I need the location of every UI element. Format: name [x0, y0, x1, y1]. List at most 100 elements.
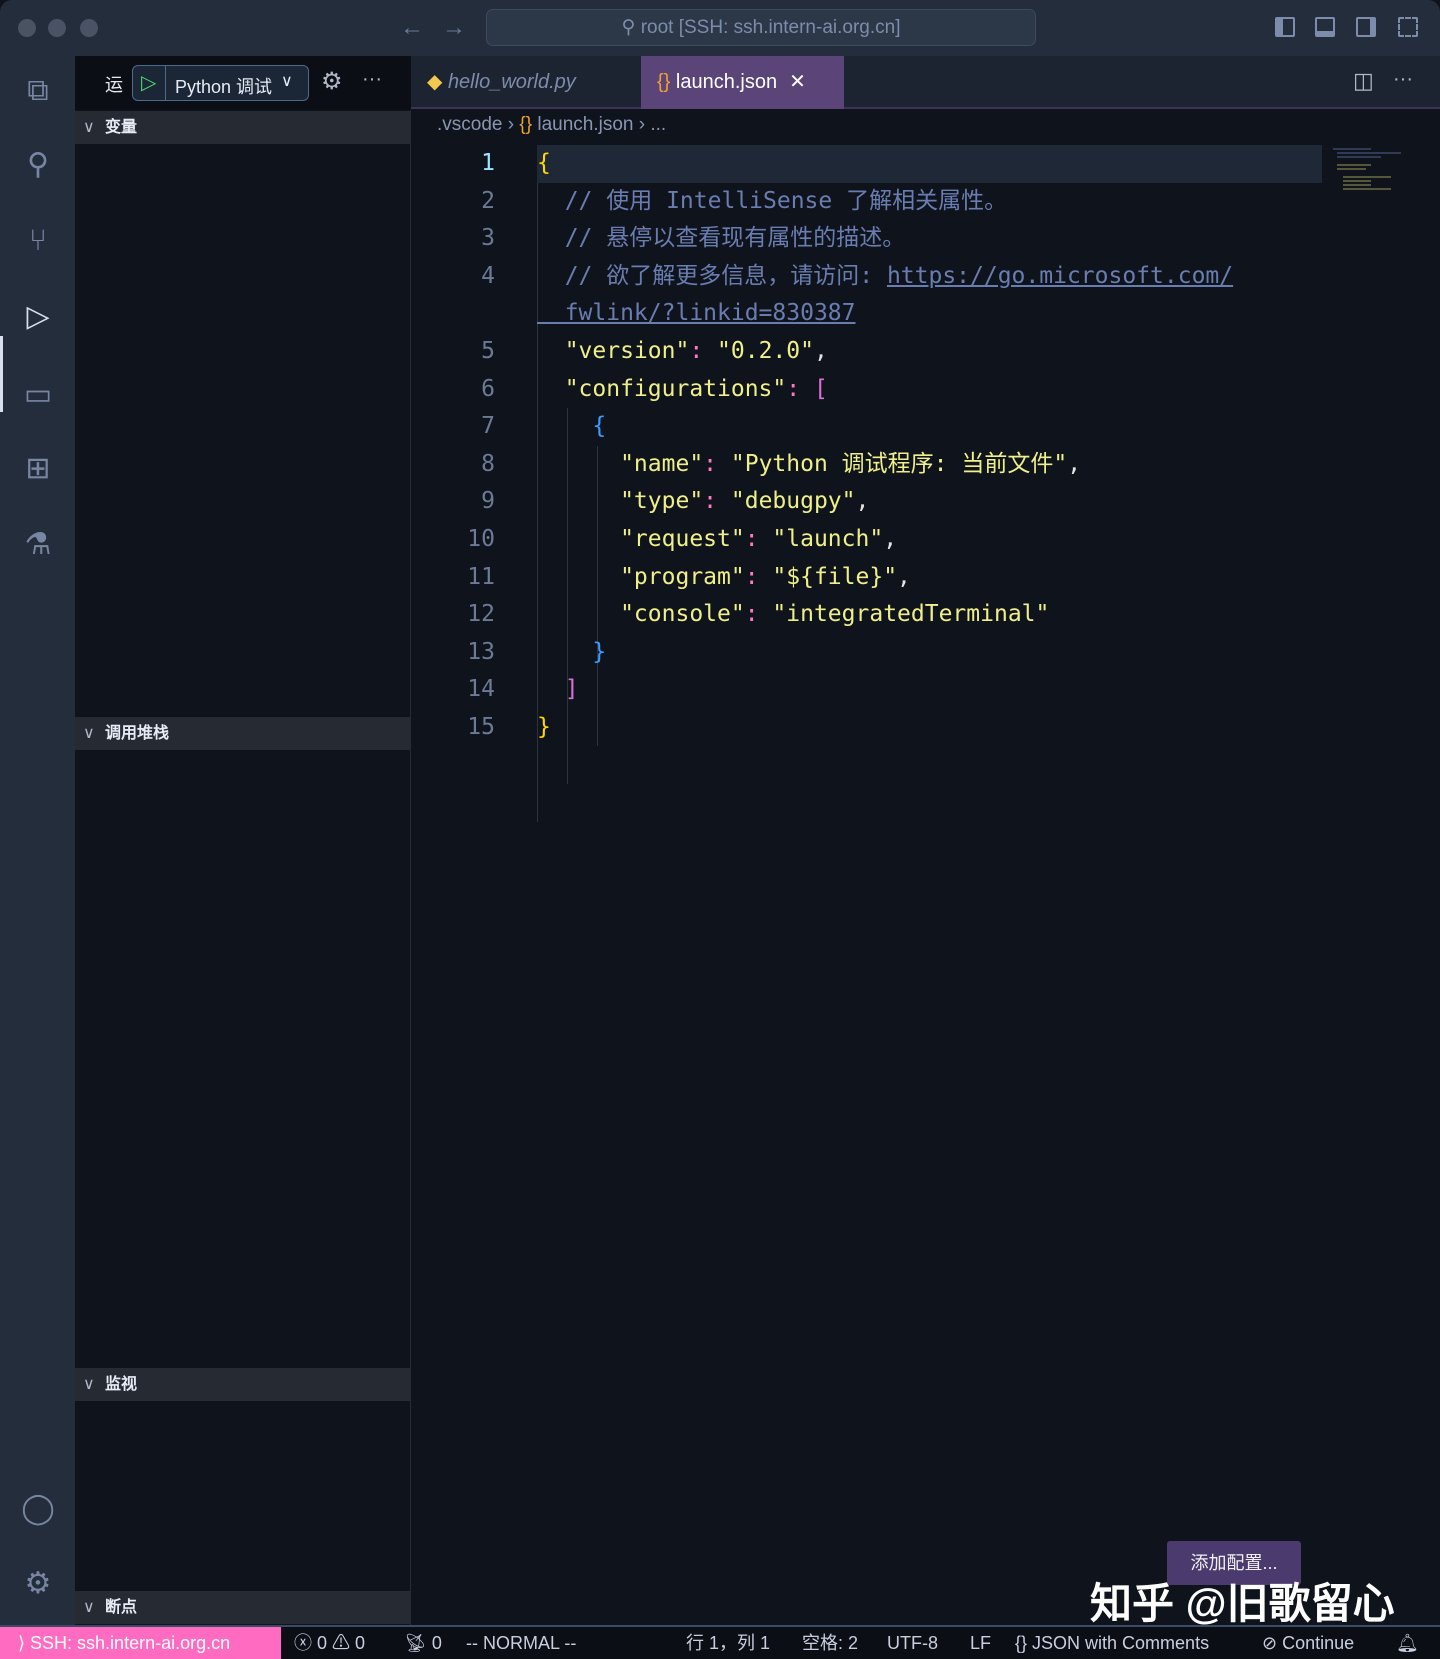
cursor-position[interactable]: 行 1，列 1 — [686, 1627, 770, 1659]
remote-indicator[interactable]: ⟩ SSH: ssh.intern-ai.org.cn — [0, 1627, 281, 1659]
code-line[interactable]: 15} — [411, 709, 1440, 747]
code-line[interactable]: 10 "request": "launch", — [411, 521, 1440, 559]
token: // 悬停以查看现有属性的描述。 — [537, 225, 906, 252]
close-tab-icon[interactable]: ✕ — [789, 71, 806, 93]
line-text: "console": "integratedTerminal" — [537, 596, 1049, 634]
run-debug-icon[interactable]: ▷ — [17, 296, 59, 338]
token: "${file}" — [772, 563, 898, 590]
toggle-primary-sidebar-icon[interactable] — [1275, 17, 1295, 37]
code-line[interactable]: 3 // 悬停以查看现有属性的描述。 — [411, 220, 1440, 258]
close-window-button[interactable] — [18, 19, 36, 37]
line-text: "request": "launch", — [537, 521, 897, 559]
minimap[interactable] — [1331, 146, 1421, 196]
testing-icon[interactable]: ⚗ — [17, 524, 59, 566]
tab-hello-world-py[interactable]: ◆ hello_world.py — [411, 56, 641, 109]
end-of-line[interactable]: LF — [970, 1627, 991, 1659]
more-actions-icon[interactable]: ··· — [1393, 68, 1413, 91]
run-title: 运 — [105, 75, 123, 95]
toggle-panel-icon[interactable] — [1315, 17, 1335, 37]
minimize-window-button[interactable] — [48, 19, 66, 37]
token: : — [689, 337, 718, 364]
command-center-search[interactable]: ⚲ root [SSH: ssh.intern-ai.org.cn] — [486, 9, 1036, 46]
token: { — [537, 413, 607, 440]
forward-arrow-icon[interactable]: → — [442, 14, 466, 42]
code-line[interactable]: 6 "configurations": [ — [411, 371, 1440, 409]
code-line[interactable]: fwlink/?linkid=830387 — [411, 295, 1440, 333]
code-line[interactable]: 9 "type": "debugpy", — [411, 483, 1440, 521]
breadcrumb-more[interactable]: ... — [650, 114, 666, 135]
token: : — [744, 525, 773, 552]
line-text: fwlink/?linkid=830387 — [537, 295, 856, 333]
line-number: 9 — [481, 488, 495, 515]
encoding[interactable]: UTF-8 — [887, 1627, 938, 1659]
search-icon: ⚲ — [621, 17, 641, 38]
line-number: 12 — [467, 601, 495, 628]
accounts-icon[interactable]: ◯ — [17, 1488, 59, 1530]
run-debug-sidebar: 运 ▷ Python 调试 ∨ ⚙ ··· ∨ 变量 ∨ 调用堆栈 ∨ 监视 ∨ 断点 — [75, 56, 411, 1625]
gear-icon[interactable]: ⚙ — [321, 67, 343, 96]
remote-explorer-icon[interactable]: ▭ — [17, 374, 59, 416]
tab-launch-json[interactable]: {} launch.json ✕ — [641, 56, 844, 109]
ports-indicator[interactable]: 📡︎ 0 — [404, 1627, 442, 1659]
back-arrow-icon[interactable]: ← — [400, 14, 424, 42]
section-call-stack[interactable]: ∨ 调用堆栈 — [75, 717, 411, 750]
line-text: // 欲了解更多信息，请访问: https://go.microsoft.com… — [537, 258, 1233, 296]
section-breakpoints[interactable]: ∨ 断点 — [75, 1591, 411, 1624]
token: // 使用 IntelliSense 了解相关属性。 — [537, 187, 1008, 214]
start-debugging-icon[interactable]: ▷ — [141, 70, 156, 95]
token: "configurations" — [537, 375, 787, 402]
notifications-bell-icon[interactable]: 🔔︎ — [1396, 1627, 1419, 1659]
more-actions-icon[interactable]: ··· — [362, 68, 382, 91]
code-line[interactable]: 5 "version": "0.2.0", — [411, 333, 1440, 371]
token: : — [786, 375, 814, 402]
code-line[interactable]: 11 "program": "${file}", — [411, 559, 1440, 597]
code-editor[interactable]: 1{2 // 使用 IntelliSense 了解相关属性。 3 // 悬停以查看… — [411, 145, 1440, 822]
breadcrumb-launch-json[interactable]: launch.json — [537, 114, 633, 135]
customize-layout-icon[interactable] — [1398, 17, 1418, 37]
toggle-secondary-sidebar-icon[interactable] — [1356, 17, 1376, 37]
search-icon[interactable]: ⚲ — [17, 144, 59, 186]
source-control-icon[interactable]: ⑂ — [17, 220, 59, 262]
line-text: "type": "debugpy", — [537, 483, 869, 521]
explorer-icon[interactable]: ⧉ — [17, 70, 59, 112]
language-mode[interactable]: {} JSON with Comments — [1015, 1627, 1209, 1659]
token[interactable]: fwlink/?linkid=830387 — [537, 300, 856, 326]
line-number: 15 — [467, 713, 495, 740]
code-line[interactable]: 8 "name": "Python 调试程序: 当前文件", — [411, 446, 1440, 484]
problems-indicator[interactable]: ⓧ 0 ⚠ 0 — [294, 1627, 365, 1659]
code-line[interactable]: 4 // 欲了解更多信息，请访问: https://go.microsoft.c… — [411, 258, 1440, 296]
chevron-down-icon: ∨ — [83, 119, 95, 136]
token: : — [703, 488, 731, 515]
continue-button[interactable]: ⊘ Continue — [1262, 1627, 1354, 1659]
json-file-icon: {} — [657, 71, 676, 93]
token: "version" — [537, 337, 690, 364]
code-line[interactable]: 12 "console": "integratedTerminal" — [411, 596, 1440, 634]
line-text: // 使用 IntelliSense 了解相关属性。 — [537, 183, 1007, 221]
vim-mode: -- NORMAL -- — [466, 1633, 577, 1653]
breadcrumb-vscode[interactable]: .vscode — [437, 114, 502, 135]
split-editor-icon[interactable]: ◫ — [1353, 68, 1374, 94]
settings-gear-icon[interactable]: ⚙ — [17, 1563, 59, 1605]
indentation[interactable]: 空格: 2 — [802, 1627, 858, 1659]
breadcrumb: .vscode › {} launch.json › ... — [437, 114, 667, 135]
python-file-icon: ◆ — [427, 71, 448, 93]
line-number: 1 — [481, 150, 495, 176]
code-line[interactable]: 14 ] — [411, 671, 1440, 709]
debug-config-select[interactable]: ▷ Python 调试 ∨ — [132, 65, 309, 101]
code-line[interactable]: 7 { — [411, 408, 1440, 446]
code-line[interactable]: 1{ — [411, 145, 1440, 183]
line-text: } — [537, 634, 606, 672]
token[interactable]: https://go.microsoft.com/ — [887, 263, 1233, 289]
line-number: 3 — [481, 225, 495, 252]
line-number: 7 — [481, 413, 495, 440]
code-line[interactable]: 13 } — [411, 634, 1440, 672]
section-variables[interactable]: ∨ 变量 — [75, 111, 411, 144]
token: "integratedTerminal" — [772, 601, 1050, 628]
code-line[interactable]: 2 // 使用 IntelliSense 了解相关属性。 — [411, 183, 1440, 221]
maximize-window-button[interactable] — [80, 19, 98, 37]
token: "type" — [537, 488, 704, 515]
section-watch[interactable]: ∨ 监视 — [75, 1368, 411, 1401]
chevron-down-icon: ∨ — [83, 1376, 95, 1393]
extensions-icon[interactable]: ⊞ — [17, 448, 59, 490]
token: // 欲了解更多信息，请访问: — [537, 262, 887, 289]
